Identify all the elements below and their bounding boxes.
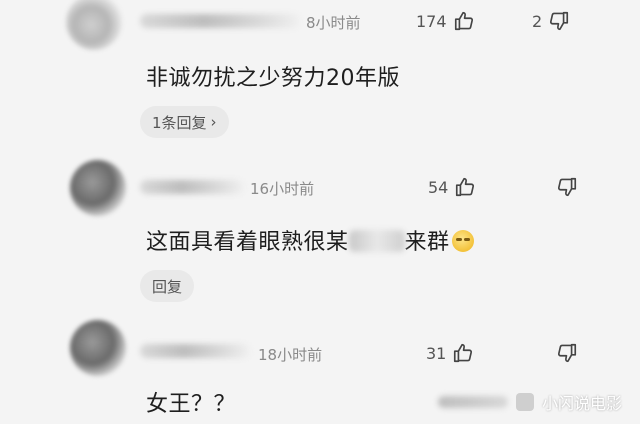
like-count: 31 xyxy=(426,343,447,363)
thumbs-up-icon xyxy=(452,342,474,364)
comment-text: 女王？？ xyxy=(146,392,237,417)
reply-button[interactable]: 回复 xyxy=(140,270,195,302)
comment-time: 8小时前 xyxy=(306,14,361,32)
reply-label: 回复 xyxy=(152,277,183,296)
comment-text: 这面具看着眼熟很某 来群 xyxy=(146,224,474,256)
blurred-text xyxy=(348,230,405,252)
grinning-face-emoji-icon xyxy=(451,230,474,252)
thumbs-down-icon xyxy=(556,176,578,198)
like-button[interactable]: 31 xyxy=(426,342,474,364)
like-count: 174 xyxy=(416,11,447,31)
comment-text: 非诚勿扰之少努力20年版 xyxy=(146,66,400,91)
dislike-button[interactable]: 2 xyxy=(532,10,570,32)
avatar[interactable] xyxy=(70,320,126,376)
comment-text-start: 这面具看着眼熟很某 xyxy=(146,230,349,255)
watermark: 小闪说电影 xyxy=(437,390,622,414)
comment-time: 18小时前 xyxy=(258,346,323,364)
watermark-logo-icon xyxy=(515,393,534,411)
like-button[interactable]: 54 xyxy=(428,176,476,198)
comment-text-end: 来群 xyxy=(404,230,450,255)
comment-time: 16小时前 xyxy=(250,180,315,198)
avatar[interactable] xyxy=(66,0,122,50)
reply-count-label: 1条回复 xyxy=(152,113,207,132)
dislike-button[interactable] xyxy=(550,176,578,198)
username[interactable] xyxy=(140,14,300,28)
dislike-count: 2 xyxy=(532,11,543,31)
avatar[interactable] xyxy=(70,160,126,216)
dislike-button[interactable] xyxy=(550,342,578,364)
thumbs-up-icon xyxy=(454,176,476,198)
like-button[interactable]: 174 xyxy=(416,10,475,32)
thumbs-down-icon xyxy=(556,342,578,364)
thumbs-up-icon xyxy=(453,10,475,32)
thumbs-down-icon xyxy=(548,10,570,32)
like-count: 54 xyxy=(428,177,449,197)
username[interactable] xyxy=(140,180,244,194)
username[interactable] xyxy=(140,344,250,358)
view-replies-button[interactable]: 1条回复 › xyxy=(140,106,229,138)
watermark-blur xyxy=(437,396,508,408)
watermark-text: 小闪说电影 xyxy=(541,394,622,413)
chevron-right-icon: › xyxy=(210,113,217,131)
